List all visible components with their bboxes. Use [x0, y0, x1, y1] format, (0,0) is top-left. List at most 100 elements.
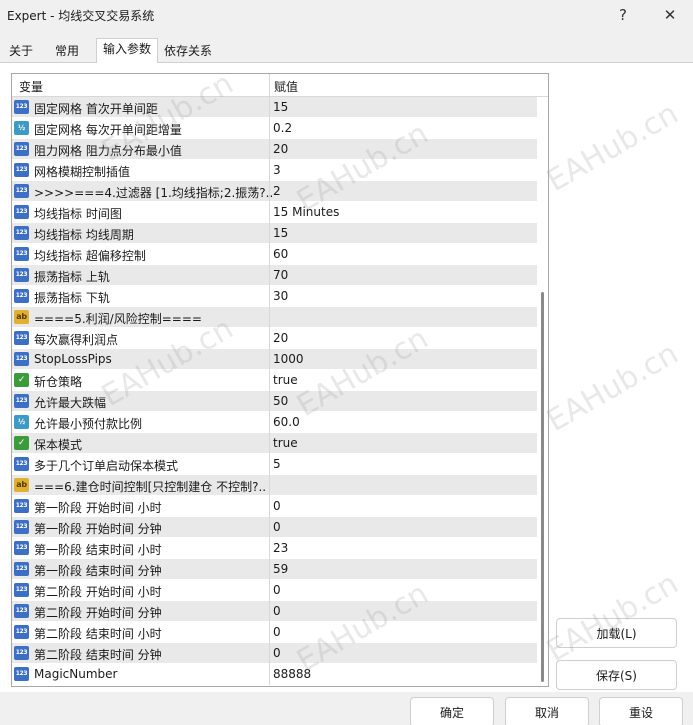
parameter-value[interactable]: 88888: [273, 667, 311, 681]
table-row[interactable]: 123 第二阶段 开始时间 小时 0: [12, 580, 537, 601]
table-row[interactable]: ✓ 斩仓策略 true: [12, 370, 537, 391]
parameter-name: 第一阶段 结束时间 分钟: [34, 564, 162, 578]
parameter-value[interactable]: 15 Minutes: [273, 205, 339, 219]
column-header-value[interactable]: 赋值: [274, 78, 298, 95]
column-header-variable[interactable]: 变量: [19, 78, 43, 95]
parameter-value[interactable]: 0: [273, 499, 281, 513]
parameter-value[interactable]: 0: [273, 625, 281, 639]
parameter-value[interactable]: 2: [273, 184, 281, 198]
parameter-name: 均线指标 均线周期: [34, 228, 134, 242]
table-row[interactable]: 123 StopLossPips 1000: [12, 349, 537, 370]
table-row[interactable]: ab ====5.利润/风险控制====: [12, 307, 537, 328]
table-row[interactable]: 123 第一阶段 结束时间 小时 23: [12, 538, 537, 559]
table-row[interactable]: 123 第二阶段 结束时间 小时 0: [12, 622, 537, 643]
parameter-value[interactable]: true: [273, 436, 298, 450]
parameter-name: MagicNumber: [34, 667, 118, 681]
help-icon[interactable]: ?: [608, 4, 638, 26]
parameter-value[interactable]: 3: [273, 163, 281, 177]
parameter-name: ====5.利润/风险控制====: [34, 312, 202, 326]
parameter-name: 允许最大跌幅: [34, 396, 107, 410]
parameter-value[interactable]: 20: [273, 331, 288, 345]
integer-type-icon: 123: [14, 163, 29, 177]
table-row[interactable]: 123 固定网格 首次开单间距 15: [12, 97, 537, 118]
parameter-value[interactable]: 59: [273, 562, 288, 576]
close-icon[interactable]: ✕: [655, 4, 685, 26]
parameter-value[interactable]: 30: [273, 289, 288, 303]
parameter-name: 第一阶段 结束时间 小时: [34, 543, 162, 557]
integer-type-icon: 123: [14, 289, 29, 303]
load-button[interactable]: 加载(L): [556, 618, 677, 648]
grid-rows: 123 固定网格 首次开单间距 15 ½ 固定网格 每次开单间距增量 0.2 123 阻力网格…: [12, 97, 537, 685]
integer-type-icon: 123: [14, 499, 29, 513]
parameter-name: >>>>===4.过滤器 [1.均线指标;2.振荡?..: [34, 186, 274, 200]
integer-type-icon: 123: [14, 667, 29, 681]
save-button[interactable]: 保存(S): [556, 660, 677, 690]
table-row[interactable]: ½ 固定网格 每次开单间距增量 0.2: [12, 118, 537, 139]
integer-type-icon: 123: [14, 142, 29, 156]
parameter-name: 第二阶段 开始时间 分钟: [34, 606, 162, 620]
parameter-name: 每次赢得利润点: [34, 333, 119, 347]
parameters-grid[interactable]: 变量 赋值 123 固定网格 首次开单间距 15 ½ 固定网格 每次开单间距增量 0.2 1…: [11, 73, 549, 687]
table-row[interactable]: ½ 允许最小预付款比例 60.0: [12, 412, 537, 433]
parameter-value[interactable]: 0: [273, 583, 281, 597]
table-row[interactable]: 123 阻力网格 阻力点分布最小值 20: [12, 139, 537, 160]
ok-button[interactable]: 确定: [410, 697, 494, 725]
table-row[interactable]: 123 振荡指标 上轨 70: [12, 265, 537, 286]
parameter-name: ===6.建仓时间控制[只控制建仓 不控制?..: [34, 480, 267, 494]
tab-about[interactable]: 关于: [2, 40, 40, 62]
parameter-value[interactable]: 0.2: [273, 121, 292, 135]
parameter-value[interactable]: 0: [273, 520, 281, 534]
table-row[interactable]: ab ===6.建仓时间控制[只控制建仓 不控制?..: [12, 475, 537, 496]
table-row[interactable]: 123 振荡指标 下轨 30: [12, 286, 537, 307]
table-row[interactable]: 123 第一阶段 结束时间 分钟 59: [12, 559, 537, 580]
parameter-value[interactable]: 20: [273, 142, 288, 156]
parameter-value[interactable]: 1000: [273, 352, 304, 366]
table-row[interactable]: 123 允许最大跌幅 50: [12, 391, 537, 412]
table-row[interactable]: 123 每次赢得利润点 20: [12, 328, 537, 349]
table-row[interactable]: 123 均线指标 超偏移控制 60: [12, 244, 537, 265]
table-row[interactable]: 123 均线指标 时间图 15 Minutes: [12, 202, 537, 223]
parameter-value[interactable]: 60.0: [273, 415, 300, 429]
table-row[interactable]: ✓ 保本模式 true: [12, 433, 537, 454]
integer-type-icon: 123: [14, 331, 29, 345]
reset-button[interactable]: 重设: [599, 697, 683, 725]
parameter-name: 第二阶段 结束时间 小时: [34, 627, 162, 641]
vertical-scrollbar[interactable]: [537, 97, 548, 686]
table-row[interactable]: 123 均线指标 均线周期 15: [12, 223, 537, 244]
parameter-value[interactable]: 23: [273, 541, 288, 555]
tab-dependencies[interactable]: 依存关系: [157, 40, 219, 62]
table-row[interactable]: 123 网格模糊控制插值 3: [12, 160, 537, 181]
parameter-value[interactable]: 0: [273, 646, 281, 660]
table-row[interactable]: 123 >>>>===4.过滤器 [1.均线指标;2.振荡?.. 2: [12, 181, 537, 202]
integer-type-icon: 123: [14, 100, 29, 114]
cell-divider: [269, 328, 270, 349]
parameter-name: 振荡指标 下轨: [34, 291, 110, 305]
parameter-value[interactable]: true: [273, 373, 298, 387]
table-row[interactable]: 123 第一阶段 开始时间 小时 0: [12, 496, 537, 517]
tab-common[interactable]: 常用: [48, 40, 86, 62]
table-row[interactable]: 123 第一阶段 开始时间 分钟 0: [12, 517, 537, 538]
table-row[interactable]: 123 第二阶段 开始时间 分钟 0: [12, 601, 537, 622]
tab-inputs[interactable]: 输入参数: [96, 38, 159, 63]
cell-divider: [269, 349, 270, 370]
scroll-thumb[interactable]: [541, 292, 544, 682]
parameter-value[interactable]: 60: [273, 247, 288, 261]
grid-header: 变量 赋值: [12, 74, 548, 97]
column-divider[interactable]: [269, 74, 270, 97]
parameter-name: 第一阶段 开始时间 小时: [34, 501, 162, 515]
parameter-value[interactable]: 15: [273, 226, 288, 240]
cell-divider: [269, 265, 270, 286]
parameter-value[interactable]: 5: [273, 457, 281, 471]
table-row[interactable]: 123 第二阶段 结束时间 分钟 0: [12, 643, 537, 664]
parameter-name: 网格模糊控制插值: [34, 165, 131, 179]
tab-bar: 关于 常用 输入参数 依存关系: [0, 38, 693, 63]
parameter-value[interactable]: 15: [273, 100, 288, 114]
parameter-value[interactable]: 50: [273, 394, 288, 408]
cell-divider: [269, 475, 270, 496]
cancel-button[interactable]: 取消: [505, 697, 589, 725]
table-row[interactable]: 123 多于几个订单启动保本模式 5: [12, 454, 537, 475]
integer-type-icon: 123: [14, 247, 29, 261]
parameter-value[interactable]: 0: [273, 604, 281, 618]
table-row[interactable]: 123 MagicNumber 88888: [12, 664, 537, 685]
parameter-value[interactable]: 70: [273, 268, 288, 282]
